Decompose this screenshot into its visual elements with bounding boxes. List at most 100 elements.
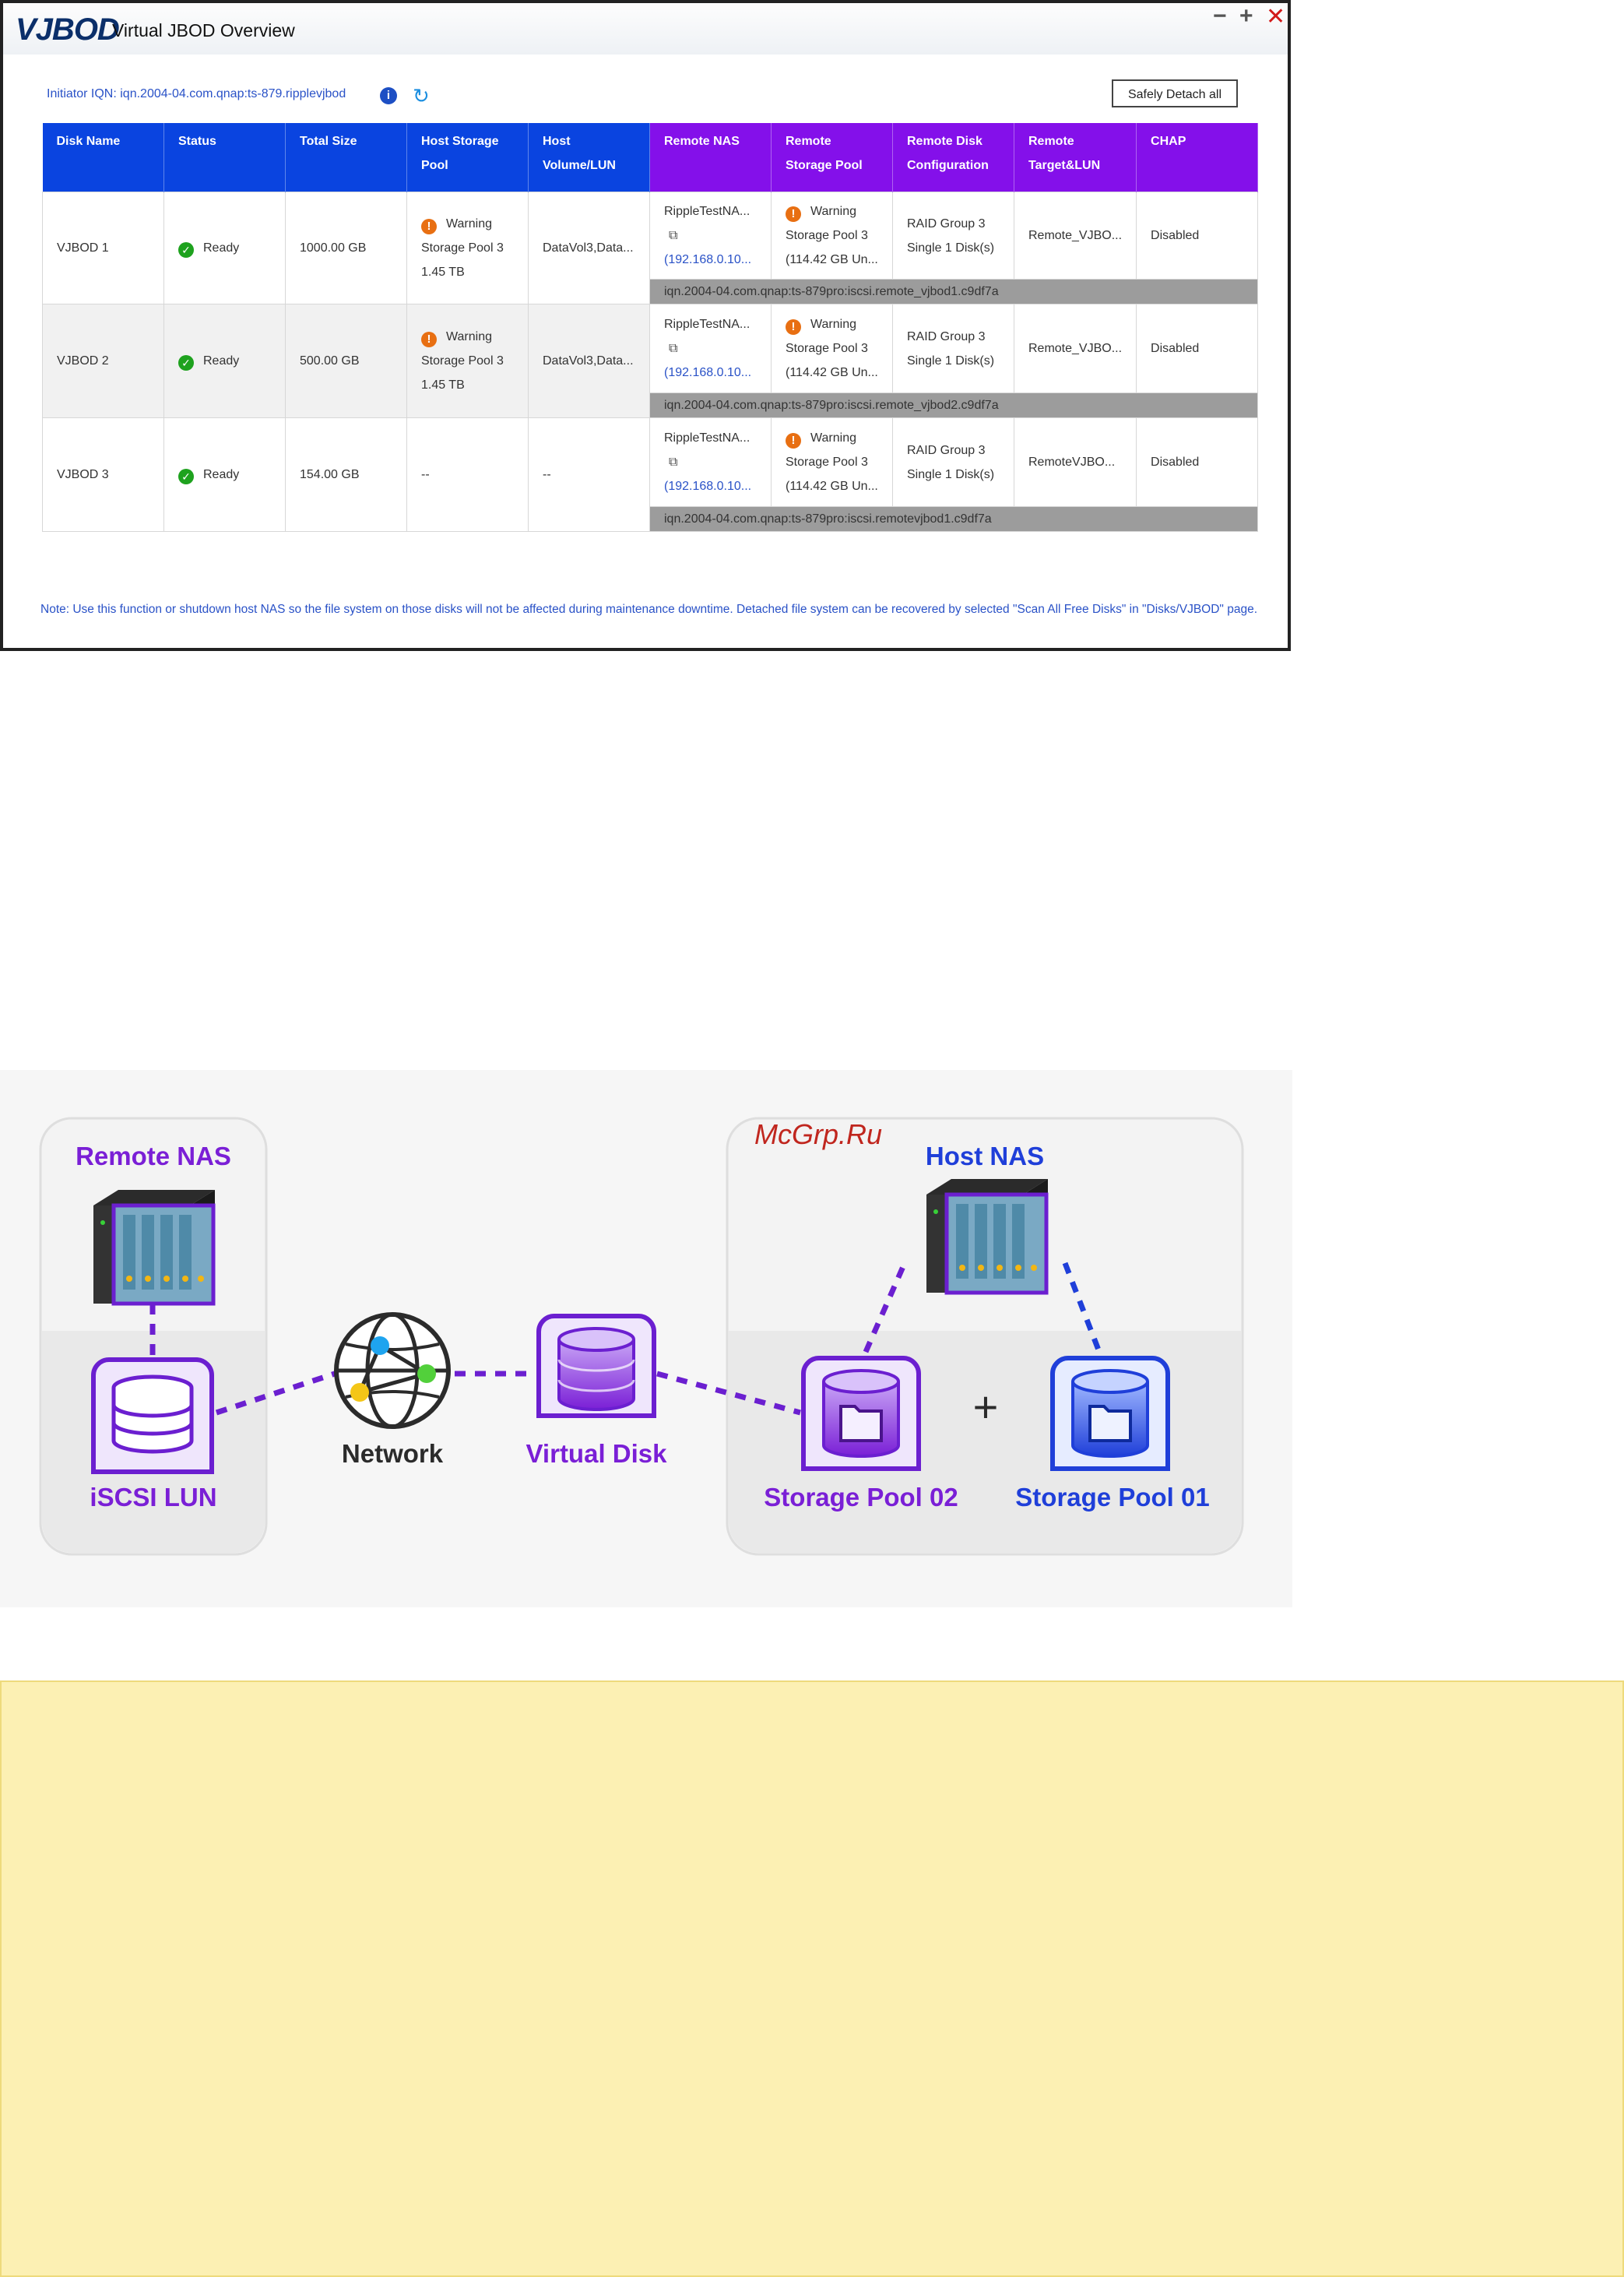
initiator-iqn: Initiator IQN: iqn.2004-04.com.qnap:ts-8… (47, 87, 346, 100)
refresh-icon[interactable]: ↻ (413, 84, 430, 108)
table-row[interactable]: VJBOD 3 ✓ Ready 154.00 GB -- -- RippleTes… (42, 417, 1259, 532)
remote-nas-name: RippleTestNA... (664, 318, 750, 331)
table-row[interactable]: VJBOD 1 ✓ Ready 1000.00 GB ! Warning Storag… (42, 192, 1259, 304)
raid-disks: Single 1 Disk(s) (907, 354, 995, 368)
pool-free: (114.42 GB Un... (786, 480, 878, 493)
remote-target: RemoteVJBO... (1013, 417, 1137, 507)
pool-name: Storage Pool 3 (786, 456, 868, 469)
virtual-disk-label: Virtual Disk (526, 1439, 667, 1468)
raid-disks: Single 1 Disk(s) (907, 241, 995, 255)
column-header[interactable]: Host Volume/LUN (528, 123, 650, 192)
column-header[interactable]: Remote NAS (649, 123, 772, 192)
check-icon: ✓ (178, 469, 194, 484)
virtual-disk-icon (536, 1314, 656, 1418)
host-storage-pool: ! Warning Storage Pool 3 1.45 TB (406, 192, 529, 304)
remote-nas: RippleTestNA... ⧉ (192.168.0.10... (649, 304, 772, 393)
network-globe-icon (334, 1312, 451, 1429)
pool-name: Storage Pool 3 (421, 354, 504, 368)
column-header[interactable]: Remote Target&LUN (1014, 123, 1137, 192)
column-header[interactable]: Disk Name (42, 123, 164, 192)
column-header[interactable]: Remote Storage Pool (771, 123, 893, 192)
status-cell: ✓ Ready (163, 304, 286, 418)
minimize-icon[interactable]: − (1213, 3, 1227, 30)
host-volume: DataVol3,Data... (528, 192, 650, 304)
storage-pool-01-label: Storage Pool 01 (1015, 1483, 1210, 1512)
vjbod-table: Disk Name Status Total Size Host Storage… (42, 123, 1259, 532)
status-cell: ✓ Ready (163, 417, 286, 532)
total-size: 154.00 GB (285, 417, 407, 532)
remote-nas: RippleTestNA... ⧉ (192.168.0.10... (649, 192, 772, 280)
column-header[interactable]: Total Size (285, 123, 407, 192)
column-header[interactable]: CHAP (1136, 123, 1259, 192)
remote-disk-config: RAID Group 3 Single 1 Disk(s) (892, 192, 1014, 280)
maximize-icon[interactable]: + (1239, 3, 1253, 30)
pool-free: (114.42 GB Un... (786, 366, 878, 379)
warning-icon: ! (786, 319, 801, 335)
host-nas-label: Host NAS (925, 1142, 1045, 1170)
remote-link-icon[interactable]: ⧉ (669, 336, 677, 361)
table-row[interactable]: VJBOD 2 ✓ Ready 500.00 GB ! Warning Storage… (42, 304, 1259, 418)
check-icon: ✓ (178, 355, 194, 371)
info-icon[interactable]: i (380, 87, 397, 104)
warning-text: Warning (446, 217, 492, 231)
storage-pool-02-label: Storage Pool 02 (764, 1483, 958, 1512)
warning-text: Warning (810, 205, 856, 218)
remote-link-icon[interactable]: ⧉ (669, 450, 677, 474)
remote-nas-name: RippleTestNA... (664, 431, 750, 445)
warning-icon: ! (786, 433, 801, 449)
chap: Disabled (1136, 304, 1259, 393)
host-storage-pool: -- (406, 417, 529, 532)
remote-nas-server-icon (93, 1190, 216, 1306)
table-header: Disk Name Status Total Size Host Storage… (42, 123, 1259, 192)
raid-disks: Single 1 Disk(s) (907, 467, 995, 481)
status-text: Ready (203, 468, 240, 481)
status-text: Ready (203, 241, 240, 255)
warning-text: Warning (810, 431, 856, 445)
vjbod-diagram: Remote NAS iSCSI LUN Network Virtual Dis… (0, 1070, 1292, 1607)
watermark-text: McGrp.Ru (754, 1118, 883, 1150)
iscsi-lun-icon (91, 1357, 214, 1474)
window-title: Virtual JBOD Overview (112, 20, 295, 40)
column-header[interactable]: Status (163, 123, 286, 192)
maintenance-note: Note: Use this function or shutdown host… (40, 603, 1258, 616)
pool-size: 1.45 TB (421, 378, 465, 392)
warning-icon: ! (421, 219, 437, 234)
host-storage-pool: ! Warning Storage Pool 3 1.45 TB (406, 304, 529, 418)
remote-iqn: iqn.2004-04.com.qnap:ts-879pro:iscsi.rem… (649, 279, 1259, 304)
storage-pool-02-icon (801, 1356, 921, 1471)
disk-name: VJBOD 1 (42, 192, 164, 304)
highlight-box (0, 1680, 1624, 2277)
plus-sign: + (972, 1382, 999, 1431)
raid-group: RAID Group 3 (907, 443, 986, 457)
warning-icon: ! (421, 332, 437, 347)
pool-size: 1.45 TB (421, 266, 465, 279)
remote-iqn: iqn.2004-04.com.qnap:ts-879pro:iscsi.rem… (649, 506, 1259, 532)
remote-ip: (192.168.0.10... (664, 366, 752, 379)
host-volume: DataVol3,Data... (528, 304, 650, 418)
remote-ip: (192.168.0.10... (664, 480, 752, 493)
remote-target: Remote_VJBO... (1013, 304, 1137, 393)
warning-text: Warning (810, 318, 856, 331)
pool-free: (114.42 GB Un... (786, 253, 878, 266)
vjbod-window: VJBOD Virtual JBOD Overview − + ✕ Initia… (0, 0, 1291, 651)
remote-target: Remote_VJBO... (1013, 192, 1137, 280)
remote-disk-config: RAID Group 3 Single 1 Disk(s) (892, 304, 1014, 393)
column-header[interactable]: Remote Disk Configuration (892, 123, 1014, 192)
storage-pool-01-icon (1050, 1356, 1170, 1471)
host-volume: -- (528, 417, 650, 532)
title-bar[interactable]: VJBOD Virtual JBOD Overview − + ✕ (3, 3, 1288, 55)
status-text: Ready (203, 354, 240, 368)
remote-iqn: iqn.2004-04.com.qnap:ts-879pro:iscsi.rem… (649, 392, 1259, 418)
remote-nas-name: RippleTestNA... (664, 205, 750, 218)
safely-detach-all-button[interactable]: Safely Detach all (1112, 79, 1238, 107)
chap: Disabled (1136, 192, 1259, 280)
raid-group: RAID Group 3 (907, 329, 986, 343)
vjbod-logo: VJBOD (16, 12, 120, 47)
column-header[interactable]: Host Storage Pool (406, 123, 529, 192)
remote-storage-pool: ! Warning Storage Pool 3 (114.42 GB Un... (771, 417, 893, 507)
close-icon[interactable]: ✕ (1266, 3, 1285, 30)
remote-link-icon[interactable]: ⧉ (669, 223, 677, 248)
iscsi-lun-label: iSCSI LUN (90, 1483, 217, 1512)
check-icon: ✓ (178, 242, 194, 258)
remote-storage-pool: ! Warning Storage Pool 3 (114.42 GB Un... (771, 304, 893, 393)
